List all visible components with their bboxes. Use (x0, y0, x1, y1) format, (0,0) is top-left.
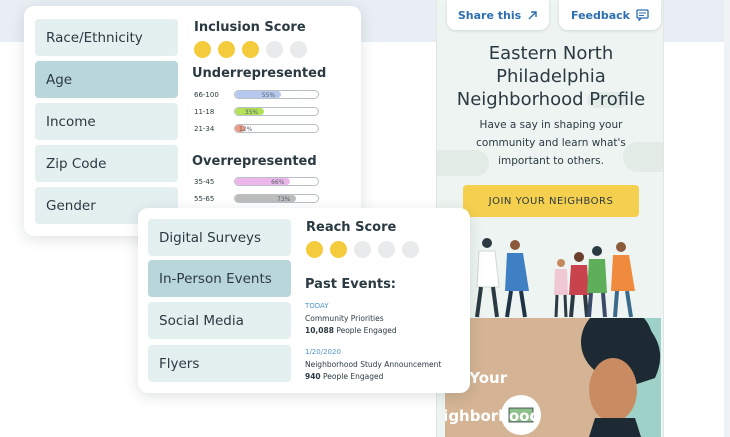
arrow-up-right-icon (528, 10, 537, 19)
demographic-tab-age[interactable]: Age (35, 61, 178, 98)
age-range-label: 11-18 (194, 108, 215, 116)
event-name: Community Priorities (305, 314, 384, 323)
channel-tab-social-media[interactable]: Social Media (148, 302, 291, 339)
channel-tab-in-person-events[interactable]: In-Person Events (148, 260, 291, 297)
join-neighbors-button[interactable]: JOIN YOUR NEIGHBORS (463, 185, 639, 217)
demographic-tab-income[interactable]: Income (35, 103, 178, 140)
demographics-card: Race/Ethnicity Age Income Zip Code Gende… (24, 6, 361, 236)
percentage-value: 66% (271, 179, 285, 186)
score-dot-filled (194, 41, 211, 58)
score-dot-empty (266, 41, 283, 58)
event-engagement-suffix: People Engaged (336, 326, 397, 335)
percentage-bar: 12% (234, 124, 319, 133)
event-name: Neighborhood Study Announcement (305, 360, 442, 369)
neighbors-illustration (475, 238, 635, 318)
percentage-value: 55% (261, 92, 276, 99)
score-dot-filled (330, 241, 347, 258)
feedback-label: Feedback (571, 8, 630, 22)
event-engagement: 10,088 People Engaged (305, 326, 397, 335)
age-bar-row: 35-45 66% (194, 177, 324, 187)
page-subtitle: Have a say in shaping your community and… (476, 119, 626, 167)
feedback-icon (636, 9, 649, 21)
hero-banner: ape Your eighborhood (445, 318, 661, 437)
share-button[interactable]: Share this (447, 0, 549, 30)
page-title: Eastern North Philadelphia Neighborhood … (456, 43, 646, 110)
percentage-value: 35% (244, 109, 259, 116)
percentage-value: 73% (277, 196, 291, 203)
inclusion-score-rating (194, 41, 307, 58)
score-dot-empty (354, 241, 371, 258)
age-range-label: 21-34 (194, 125, 215, 133)
event-engagement-count: 940 (305, 372, 321, 381)
demographic-tab-zip-code[interactable]: Zip Code (35, 145, 178, 182)
event-date: 1/20/2020 (305, 348, 341, 356)
past-events-title: Past Events: (305, 277, 397, 292)
percentage-bar: 55% (234, 90, 319, 99)
percentage-value: 12% (239, 126, 253, 133)
inclusion-score-title: Inclusion Score (194, 20, 306, 35)
age-range-label: 35-45 (194, 178, 215, 186)
score-dot-filled (218, 41, 235, 58)
mobile-profile-page: Share this Feedback Eastern North Philad… (436, 0, 664, 437)
percentage-bar: 35% (234, 107, 319, 116)
underrepresented-title: Underrepresented (192, 66, 327, 81)
age-range-label: 66-100 (194, 91, 219, 99)
demographic-tab-race-ethnicity[interactable]: Race/Ethnicity (35, 19, 178, 56)
age-bar-row: 55-65 73% (194, 194, 324, 204)
percentage-bar: 66% (234, 177, 319, 186)
age-bar-row: 21-34 12% (194, 124, 324, 134)
channels-card: Digital Surveys In-Person Events Social … (138, 208, 470, 393)
age-bar-row: 11-18 35% (194, 107, 324, 117)
event-engagement-suffix: People Engaged (323, 372, 384, 381)
page-edge (724, 0, 730, 437)
score-dot-filled (242, 41, 259, 58)
reach-score-rating (306, 241, 419, 258)
score-dot-filled (306, 241, 323, 258)
reach-score-title: Reach Score (306, 220, 397, 235)
score-dot-empty (402, 241, 419, 258)
share-label: Share this (457, 8, 522, 22)
age-bar-row: 66-100 55% (194, 90, 324, 100)
event-engagement-count: 10,088 (305, 326, 334, 335)
age-range-label: 55-65 (194, 195, 215, 203)
channel-tab-digital-surveys[interactable]: Digital Surveys (148, 219, 291, 256)
overrepresented-title: Overrepresented (192, 154, 317, 169)
channel-tab-flyers[interactable]: Flyers (148, 345, 291, 382)
score-dot-empty (378, 241, 395, 258)
percentage-bar: 73% (234, 194, 319, 203)
score-dot-empty (290, 41, 307, 58)
event-engagement: 940 People Engaged (305, 372, 383, 381)
event-date: TODAY (305, 302, 329, 310)
feedback-button[interactable]: Feedback (559, 0, 661, 30)
